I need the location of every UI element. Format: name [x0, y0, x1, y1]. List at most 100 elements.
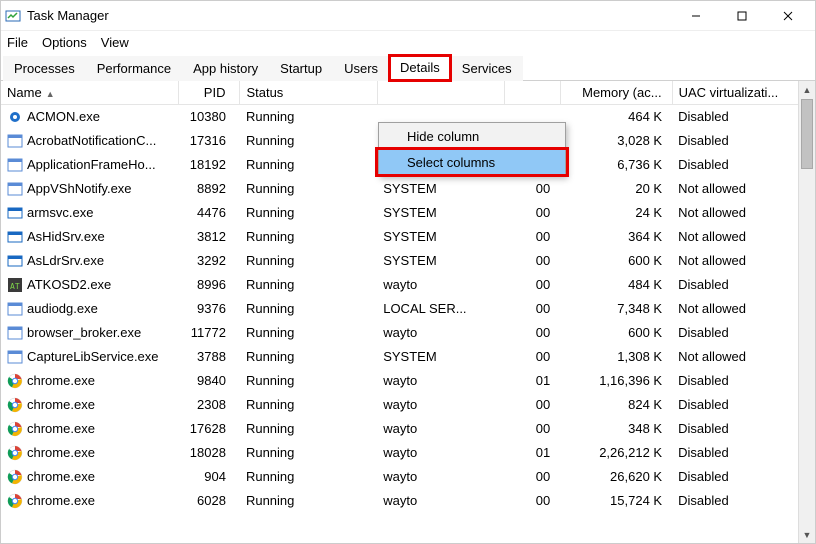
tab-performance[interactable]: Performance — [86, 56, 182, 81]
process-name: chrome.exe — [27, 373, 95, 388]
chrome-icon — [7, 373, 23, 389]
context-menu-item-hide-column[interactable]: Hide column — [379, 123, 565, 149]
tab-services[interactable]: Services — [451, 56, 523, 81]
column-header-pid[interactable]: PID — [179, 81, 240, 105]
process-name: AppVShNotify.exe — [27, 181, 132, 196]
vertical-scrollbar[interactable]: ▲ ▼ — [798, 81, 815, 543]
tab-users[interactable]: Users — [333, 56, 389, 81]
process-row[interactable]: armsvc.exe4476RunningSYSTEM0024 KNot all… — [1, 201, 815, 225]
process-row[interactable]: AsHidSrv.exe3812RunningSYSTEM00364 KNot … — [1, 225, 815, 249]
process-row[interactable]: chrome.exe904Runningwayto0026,620 KDisab… — [1, 465, 815, 489]
cell-mem: 15,724 K — [560, 489, 672, 513]
cell-mem: 600 K — [560, 321, 672, 345]
cell-pid: 3812 — [179, 225, 240, 249]
process-name: chrome.exe — [27, 397, 95, 412]
cell-status: Running — [240, 489, 377, 513]
menu-view[interactable]: View — [97, 33, 139, 52]
task-manager-window: Task Manager FileOptionsView ProcessesPe… — [0, 0, 816, 544]
cell-cpu: 00 — [504, 345, 560, 369]
process-name: ACMON.exe — [27, 109, 100, 124]
column-header-row: Name▲PIDStatus Memory (ac...UAC virtualiz… — [1, 81, 815, 105]
process-row[interactable]: chrome.exe17628Runningwayto00348 KDisabl… — [1, 417, 815, 441]
process-name: chrome.exe — [27, 445, 95, 460]
cell-status: Running — [240, 369, 377, 393]
column-header-name[interactable]: Name▲ — [1, 81, 179, 105]
column-context-menu: Hide columnSelect columns — [378, 122, 566, 176]
cell-status: Running — [240, 345, 377, 369]
cell-cpu: 00 — [504, 273, 560, 297]
cell-uac: Disabled — [672, 369, 814, 393]
tab-details[interactable]: Details — [389, 55, 451, 81]
cell-cpu: 00 — [504, 249, 560, 273]
cell-mem: 7,348 K — [560, 297, 672, 321]
process-name: chrome.exe — [27, 493, 95, 508]
scroll-thumb[interactable] — [801, 99, 813, 169]
process-row[interactable]: CaptureLibService.exe3788RunningSYSTEM00… — [1, 345, 815, 369]
svg-text:AT: AT — [10, 282, 20, 291]
cell-pid: 9840 — [179, 369, 240, 393]
chrome-icon — [7, 445, 23, 461]
process-row[interactable]: audiodg.exe9376RunningLOCAL SER...007,34… — [1, 297, 815, 321]
column-header-user[interactable] — [377, 81, 504, 105]
process-name: browser_broker.exe — [27, 325, 141, 340]
cell-uac: Disabled — [672, 441, 814, 465]
cell-mem: 348 K — [560, 417, 672, 441]
column-header-status[interactable]: Status — [240, 81, 377, 105]
cell-user: wayto — [377, 393, 504, 417]
chrome-icon — [7, 421, 23, 437]
column-header-mem[interactable]: Memory (ac... — [560, 81, 672, 105]
process-row[interactable]: AppVShNotify.exe8892RunningSYSTEM0020 KN… — [1, 177, 815, 201]
cell-mem: 3,028 K — [560, 129, 672, 153]
cell-mem: 6,736 K — [560, 153, 672, 177]
cell-pid: 8892 — [179, 177, 240, 201]
maximize-button[interactable] — [719, 1, 765, 31]
column-header-uac[interactable]: UAC virtualizati... — [672, 81, 814, 105]
column-header-cpu[interactable] — [504, 81, 560, 105]
app-generic-icon — [7, 349, 23, 365]
cell-user: wayto — [377, 273, 504, 297]
chrome-icon — [7, 469, 23, 485]
cell-uac: Not allowed — [672, 297, 814, 321]
process-row[interactable]: AsLdrSrv.exe3292RunningSYSTEM00600 KNot … — [1, 249, 815, 273]
cell-cpu: 01 — [504, 441, 560, 465]
process-row[interactable]: browser_broker.exe11772Runningwayto00600… — [1, 321, 815, 345]
cell-pid: 11772 — [179, 321, 240, 345]
context-menu-item-select-columns[interactable]: Select columns — [379, 149, 565, 175]
tab-processes[interactable]: Processes — [3, 56, 86, 81]
tabbar: ProcessesPerformanceApp historyStartupUs… — [1, 53, 815, 81]
cell-status: Running — [240, 105, 377, 129]
process-name: chrome.exe — [27, 421, 95, 436]
process-row[interactable]: ATATKOSD2.exe8996Runningwayto00484 KDisa… — [1, 273, 815, 297]
window-blue-icon — [7, 229, 23, 245]
cell-cpu: 00 — [504, 201, 560, 225]
cell-user: wayto — [377, 417, 504, 441]
window-blue-icon — [7, 253, 23, 269]
cell-mem: 1,308 K — [560, 345, 672, 369]
scroll-up-button[interactable]: ▲ — [799, 81, 815, 98]
cell-user: SYSTEM — [377, 345, 504, 369]
menu-options[interactable]: Options — [38, 33, 97, 52]
process-row[interactable]: chrome.exe2308Runningwayto00824 KDisable… — [1, 393, 815, 417]
cell-mem: 26,620 K — [560, 465, 672, 489]
cell-uac: Not allowed — [672, 177, 814, 201]
menubar: FileOptionsView — [1, 31, 815, 53]
process-row[interactable]: chrome.exe9840Runningwayto011,16,396 KDi… — [1, 369, 815, 393]
process-row[interactable]: chrome.exe6028Runningwayto0015,724 KDisa… — [1, 489, 815, 513]
menu-file[interactable]: File — [5, 33, 38, 52]
cell-uac: Disabled — [672, 273, 814, 297]
app-generic-icon — [7, 325, 23, 341]
cell-uac: Disabled — [672, 393, 814, 417]
cell-user: wayto — [377, 321, 504, 345]
close-button[interactable] — [765, 1, 811, 31]
process-name: CaptureLibService.exe — [27, 349, 159, 364]
cell-pid: 2308 — [179, 393, 240, 417]
tab-startup[interactable]: Startup — [269, 56, 333, 81]
tab-app-history[interactable]: App history — [182, 56, 269, 81]
cell-pid: 904 — [179, 465, 240, 489]
process-name: AsLdrSrv.exe — [27, 253, 104, 268]
app-generic-icon — [7, 133, 23, 149]
minimize-button[interactable] — [673, 1, 719, 31]
scroll-down-button[interactable]: ▼ — [799, 526, 815, 543]
process-row[interactable]: chrome.exe18028Runningwayto012,26,212 KD… — [1, 441, 815, 465]
cell-user: wayto — [377, 489, 504, 513]
